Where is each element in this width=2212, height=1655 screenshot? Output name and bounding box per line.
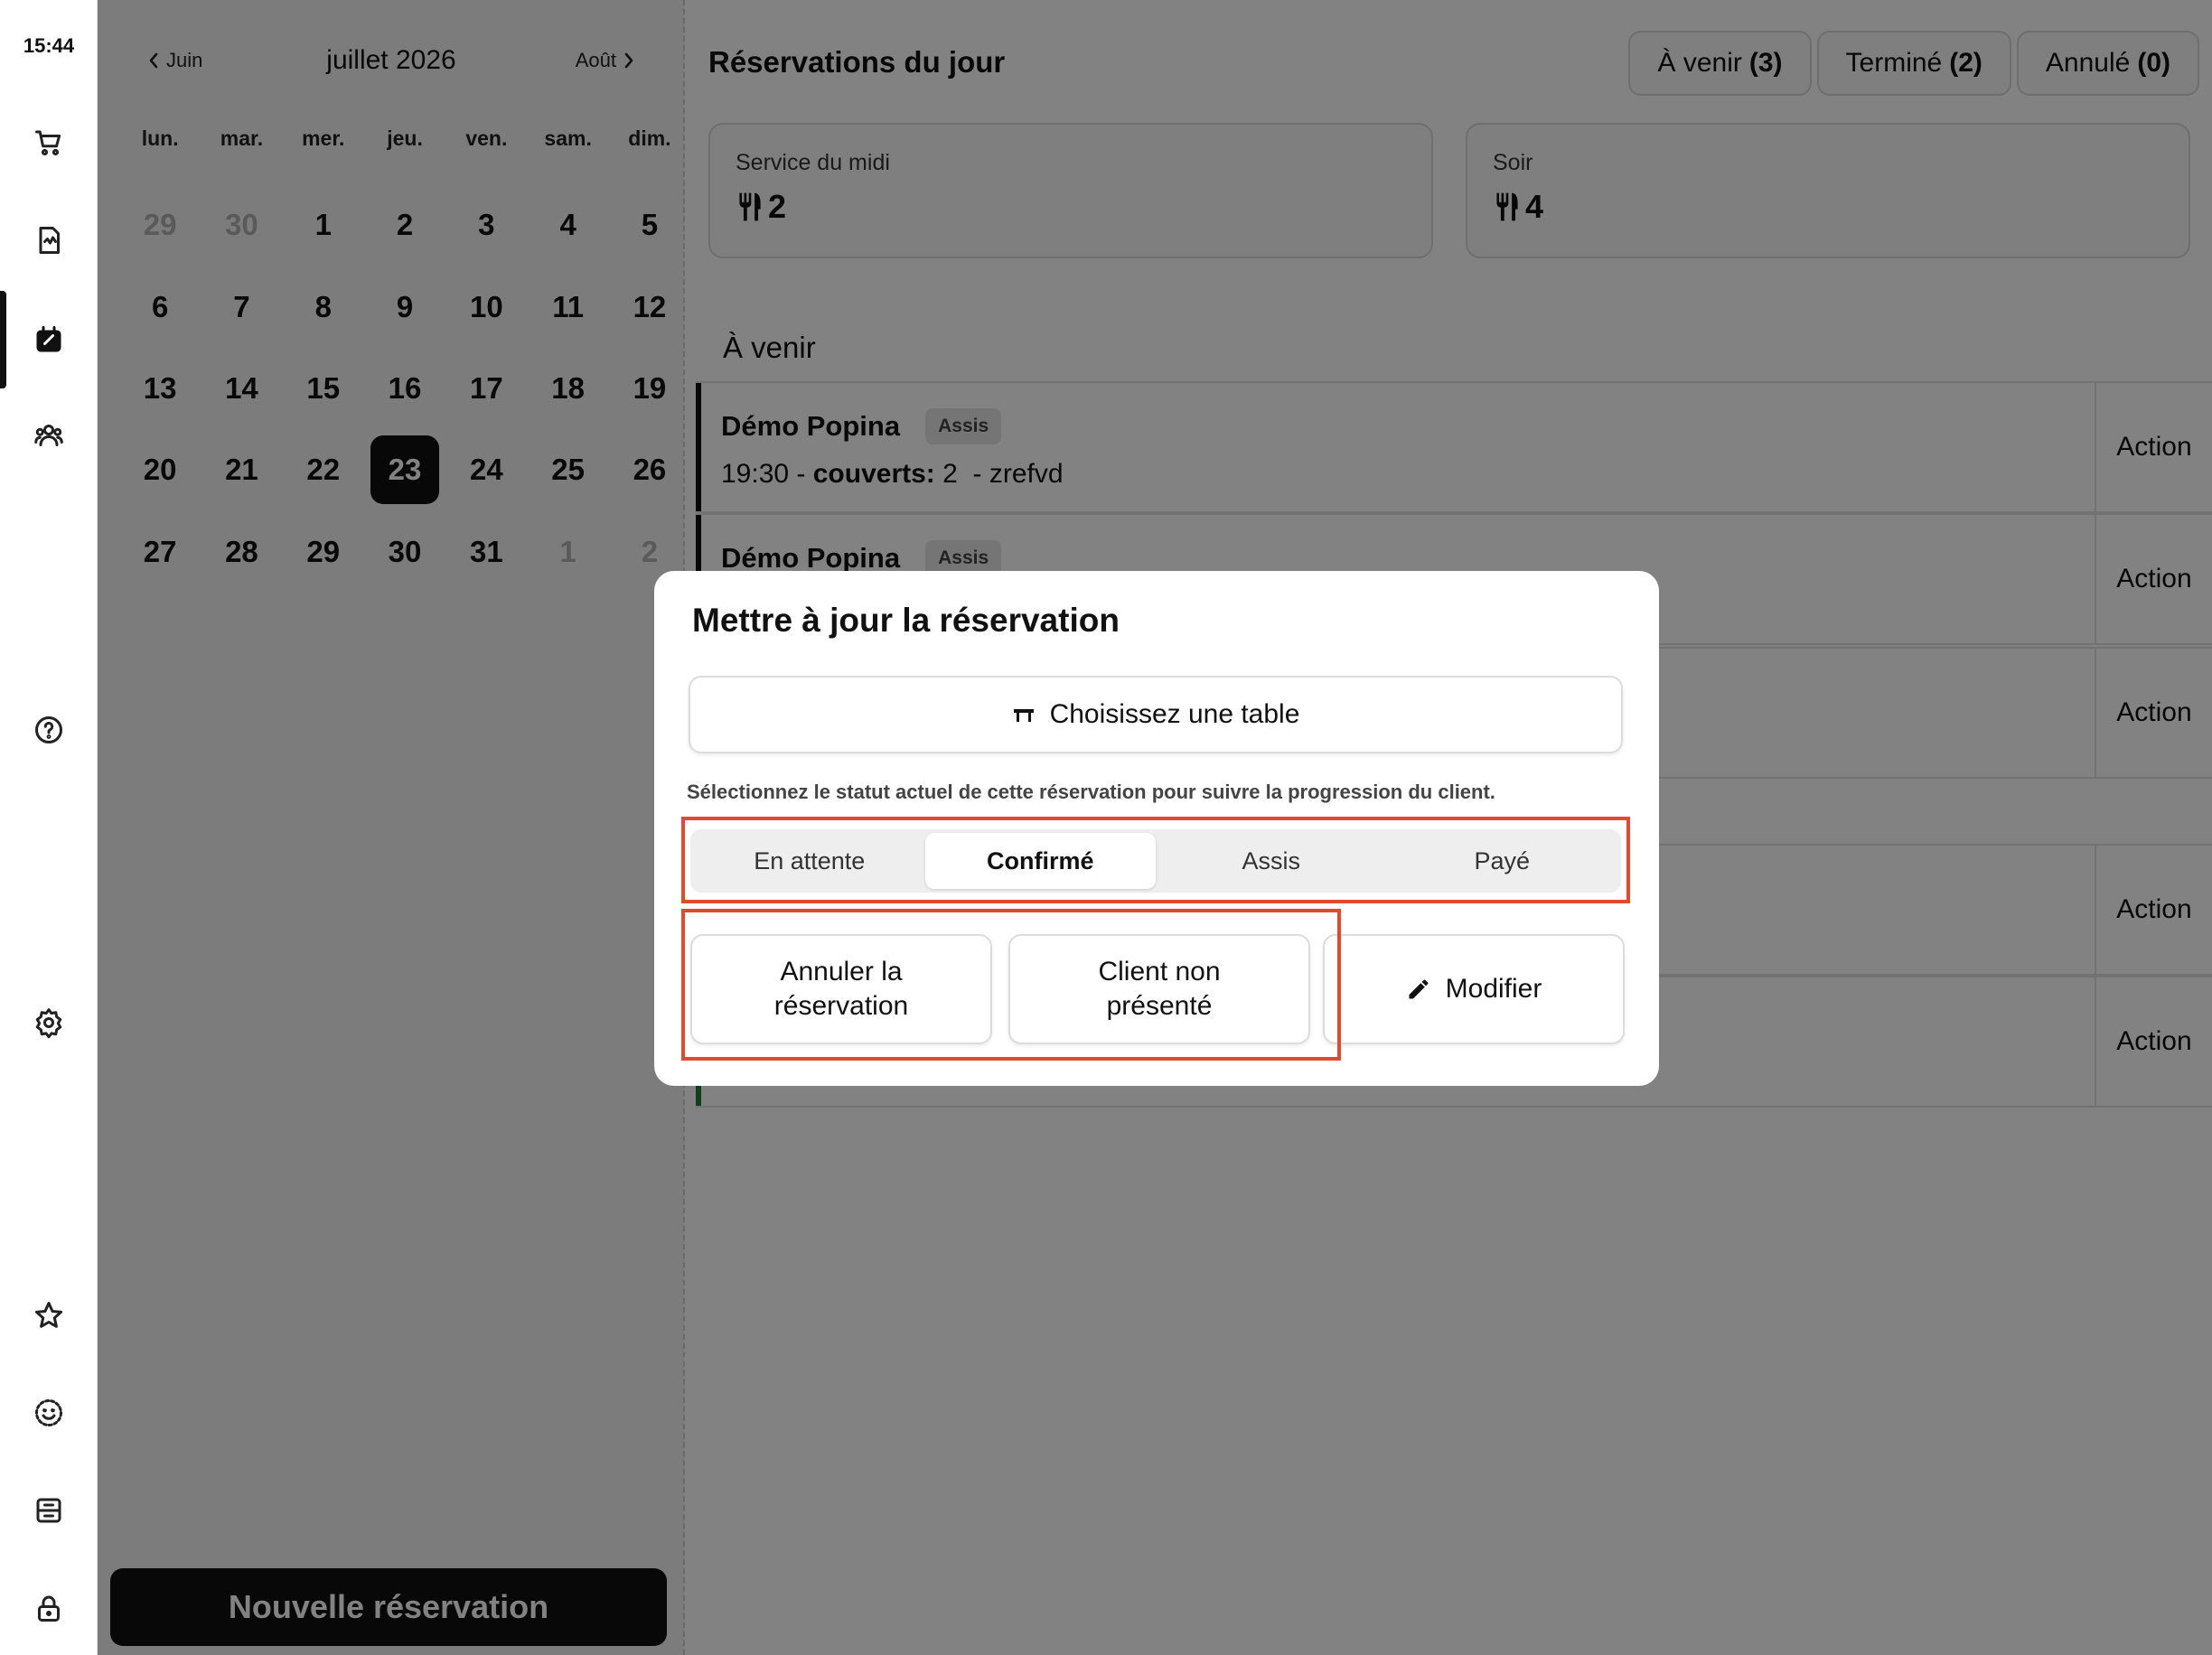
archive-icon[interactable]: [0, 1482, 98, 1539]
smiley-icon[interactable]: [0, 1384, 98, 1442]
edit-button[interactable]: Modifier: [1323, 934, 1625, 1044]
highlight-box-actions: [681, 909, 1341, 1061]
cart-icon[interactable]: [0, 114, 98, 172]
users-icon[interactable]: [0, 407, 98, 464]
star-icon[interactable]: [0, 1286, 98, 1344]
help-icon[interactable]: [0, 701, 98, 759]
update-reservation-modal: Mettre à jour la réservation Choisissez …: [654, 571, 1659, 1086]
icon-rail: 15:44: [0, 0, 98, 1655]
choose-table-label: Choisissez une table: [1049, 699, 1300, 729]
modal-title: Mettre à jour la réservation: [692, 602, 1120, 639]
edit-label: Modifier: [1445, 974, 1542, 1004]
lock-icon[interactable]: [0, 1579, 98, 1637]
clock: 15:44: [23, 34, 75, 57]
calendar-icon[interactable]: [0, 311, 98, 369]
receipt-icon[interactable]: [0, 211, 98, 269]
pencil-icon: [1409, 979, 1429, 999]
choose-table-button[interactable]: Choisissez une table: [689, 676, 1623, 753]
table-icon: [1013, 709, 1034, 722]
highlight-box-status: [681, 817, 1630, 903]
status-hint: Sélectionnez le statut actuel de cette r…: [687, 781, 1495, 803]
settings-icon[interactable]: [0, 994, 98, 1052]
